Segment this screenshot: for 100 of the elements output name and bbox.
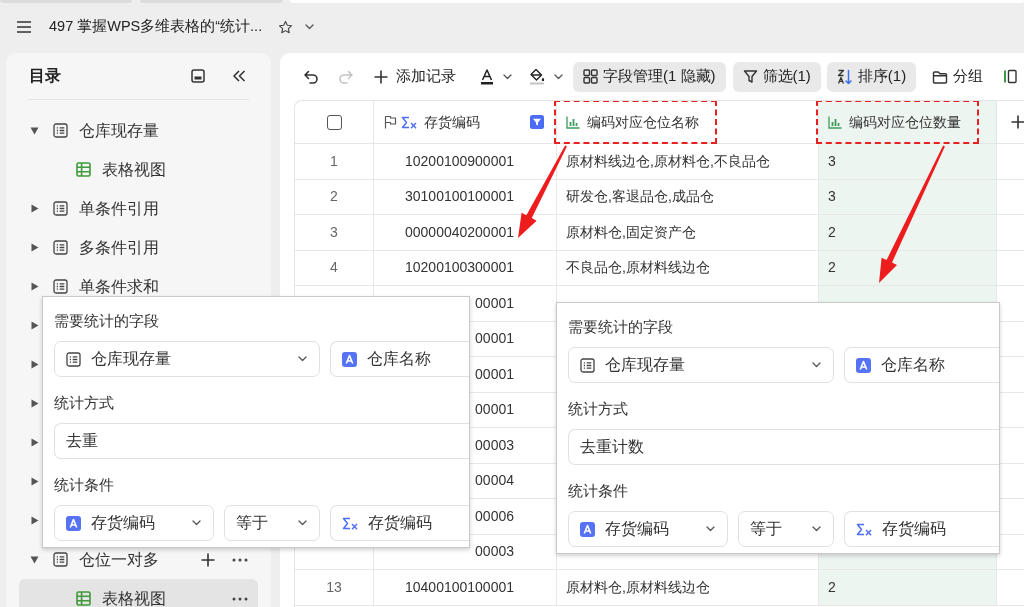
text-field-icon bbox=[342, 351, 357, 367]
text-field-icon bbox=[66, 515, 81, 531]
column-title[interactable]: 编码对应仓位名称 bbox=[587, 111, 699, 133]
section-label: 统计条件 bbox=[54, 475, 115, 495]
text-color-icon bbox=[480, 68, 494, 85]
dropdown[interactable]: 等于 bbox=[224, 505, 320, 541]
dropdown[interactable]: 存货编码 bbox=[568, 511, 728, 547]
caret-right-icon[interactable] bbox=[31, 516, 39, 525]
input-field[interactable]: 去重 bbox=[54, 423, 469, 459]
filter-icon bbox=[742, 69, 758, 84]
caret-right-icon[interactable] bbox=[31, 321, 39, 330]
plus-icon bbox=[374, 69, 388, 84]
sort-button[interactable]: 排序(1) bbox=[826, 61, 917, 92]
row-number: 4 bbox=[295, 250, 374, 286]
caret-right-icon[interactable] bbox=[31, 399, 39, 408]
formula-icon bbox=[342, 516, 358, 530]
more-icon[interactable] bbox=[232, 557, 248, 562]
paint-bucket-icon bbox=[529, 68, 545, 85]
add-column-icon[interactable] bbox=[1011, 115, 1024, 129]
table-icon bbox=[53, 240, 68, 255]
caret-right-icon[interactable] bbox=[31, 204, 39, 213]
column-title[interactable]: 存货编码 bbox=[424, 111, 480, 133]
dropdown[interactable]: 仓库现存量 bbox=[54, 341, 320, 377]
table-icon bbox=[53, 552, 68, 567]
caret-right-icon[interactable] bbox=[31, 282, 39, 291]
row-number: 3 bbox=[295, 215, 374, 251]
filter-badge-icon[interactable] bbox=[530, 115, 544, 129]
input-field[interactable]: 仓库名称 bbox=[330, 341, 469, 377]
sidebar-title: 目录 bbox=[29, 66, 61, 86]
plus-icon[interactable] bbox=[201, 552, 215, 567]
dropdown[interactable]: 等于 bbox=[738, 511, 834, 547]
grid-icon bbox=[583, 69, 598, 84]
field-settings-button[interactable]: 字段管理(1 隐藏) bbox=[573, 61, 726, 92]
collapse-icon[interactable] bbox=[232, 70, 246, 82]
dropdown[interactable]: 存货编码 bbox=[54, 505, 214, 541]
dropdown[interactable]: 仓库现存量 bbox=[568, 347, 834, 383]
input-field[interactable]: 存货编码 bbox=[844, 511, 999, 547]
chevron-down-icon bbox=[812, 526, 821, 532]
chevron-down-icon[interactable] bbox=[305, 24, 315, 30]
chevron-down-icon bbox=[298, 520, 307, 526]
column-icon[interactable] bbox=[1003, 69, 1018, 84]
section-label: 需要统计的字段 bbox=[54, 311, 160, 331]
table-cell: 2 bbox=[819, 570, 997, 606]
section-label: 统计条件 bbox=[568, 481, 629, 501]
star-icon[interactable] bbox=[278, 19, 294, 35]
table-cell: 10400100100001 bbox=[374, 570, 557, 606]
more-icon[interactable] bbox=[232, 596, 248, 601]
filter-button[interactable]: 筛选(1) bbox=[732, 61, 821, 92]
caret-right-icon[interactable] bbox=[31, 438, 39, 447]
table-cell: 2 bbox=[819, 250, 997, 286]
tree-item[interactable]: 单条件求和 bbox=[19, 267, 258, 306]
table-cell: 3 bbox=[819, 144, 997, 180]
table-cell: 10200100300001 bbox=[374, 250, 557, 286]
group-button[interactable]: 分组 bbox=[922, 61, 994, 92]
table-icon bbox=[53, 201, 68, 216]
section-label: 统计方式 bbox=[54, 393, 115, 413]
row-number: 13 bbox=[295, 570, 374, 606]
bar-chart-icon bbox=[828, 115, 842, 129]
input-field[interactable]: 存货编码 bbox=[330, 505, 469, 541]
caret-right-icon[interactable] bbox=[31, 477, 39, 486]
tree-item[interactable]: 表格视图 bbox=[19, 150, 258, 189]
folder-icon bbox=[932, 69, 949, 84]
caret-down-icon[interactable] bbox=[30, 555, 39, 564]
grid-icon bbox=[76, 591, 91, 606]
table-icon bbox=[53, 279, 68, 294]
panel-icon[interactable] bbox=[191, 69, 205, 83]
tree-item[interactable]: 单条件引用 bbox=[19, 189, 258, 228]
table-icon bbox=[580, 357, 595, 373]
chevron-down-icon bbox=[812, 362, 821, 368]
text-field-icon bbox=[580, 521, 595, 537]
tree-item[interactable]: 表格视图 bbox=[19, 579, 258, 607]
row-number: 1 bbox=[295, 144, 374, 180]
caret-right-icon[interactable] bbox=[31, 243, 39, 252]
flag-icon bbox=[384, 115, 397, 129]
caret-down-icon[interactable] bbox=[30, 126, 39, 135]
document-title: 497 掌握WPS多维表格的“统计... bbox=[49, 17, 263, 37]
chevron-down-icon bbox=[554, 73, 563, 80]
add-record-button[interactable]: 添加记录 bbox=[374, 61, 456, 92]
formula-icon bbox=[401, 115, 417, 129]
checkbox[interactable] bbox=[326, 114, 342, 130]
chevron-down-icon bbox=[503, 73, 512, 80]
sort-icon bbox=[836, 68, 853, 85]
tree-item[interactable]: 仓位一对多 bbox=[19, 540, 258, 579]
undo-icon[interactable] bbox=[303, 68, 319, 85]
chevron-down-icon bbox=[192, 520, 201, 526]
chevron-down-icon bbox=[298, 356, 307, 362]
caret-right-icon[interactable] bbox=[31, 360, 39, 369]
formula-icon bbox=[856, 522, 872, 536]
table-cell: 3 bbox=[819, 179, 997, 215]
table-cell: 2 bbox=[819, 215, 997, 251]
tree-item[interactable]: 仓库现存量 bbox=[19, 111, 258, 150]
input-field[interactable]: 去重计数 bbox=[568, 429, 999, 465]
table-icon bbox=[53, 123, 68, 138]
tree-item[interactable]: 多条件引用 bbox=[19, 228, 258, 267]
column-title[interactable]: 编码对应仓位数量 bbox=[849, 111, 961, 133]
row-number: 2 bbox=[295, 179, 374, 215]
input-field[interactable]: 仓库名称 bbox=[844, 347, 999, 383]
menu-icon[interactable] bbox=[17, 21, 31, 33]
text-field-icon bbox=[856, 357, 871, 373]
chevron-down-icon bbox=[706, 526, 715, 532]
